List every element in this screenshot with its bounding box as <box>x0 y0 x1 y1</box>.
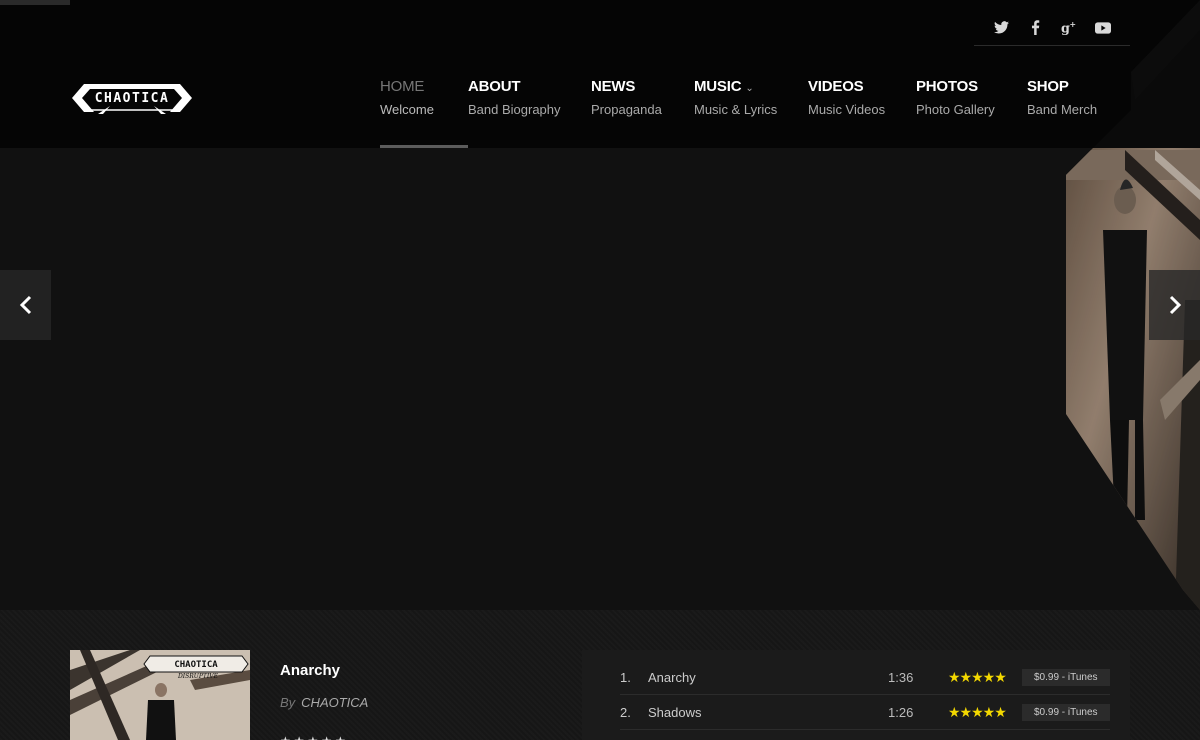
track-name[interactable]: Shadows <box>648 705 888 720</box>
chevron-right-icon <box>1169 295 1181 315</box>
nav-music-title: MUSIC <box>694 78 742 95</box>
nav-videos-sub: Music Videos <box>808 102 886 117</box>
hero-slider <box>0 148 1200 610</box>
song-rating: ★★★★★ <box>280 734 349 740</box>
album-cover[interactable]: CHAOTICA DISRUPTIVE <box>70 650 250 740</box>
track-number: 1. <box>620 669 631 685</box>
album-art-title: CHAOTICA <box>174 660 218 670</box>
track-name[interactable]: Anarchy <box>648 670 888 685</box>
song-title[interactable]: Anarchy <box>280 662 340 679</box>
track-duration: 1:36 <box>888 669 914 685</box>
nav-news-sub: Propaganda <box>591 102 662 117</box>
featured-album-section: CHAOTICA DISRUPTIVE Anarchy By CHAOTICA ★… <box>0 610 1200 740</box>
facebook-icon[interactable] <box>1026 19 1044 37</box>
site-header: g + CHAOTICA HOME Welcome ABOUT Band Bio… <box>0 0 1200 148</box>
nav-music-title-row: MUSIC ⌄ <box>694 78 808 98</box>
by-label: By <box>280 695 296 710</box>
track-rating: ★★★★★ <box>948 668 1007 685</box>
buy-itunes-button[interactable]: $0.99 - iTunes <box>1022 703 1110 721</box>
nav-videos-title: VIDEOS <box>808 78 864 95</box>
twitter-icon[interactable] <box>992 19 1010 37</box>
nav-news-title: NEWS <box>591 78 636 95</box>
nav-item-news[interactable]: NEWS Propaganda <box>591 78 694 117</box>
nav-item-music[interactable]: MUSIC ⌄ Music & Lyrics <box>694 78 808 117</box>
nav-home-sub: Welcome <box>380 102 434 117</box>
tracklist: 1. Anarchy 1:36 ★★★★★ $0.99 - iTunes 2. … <box>582 650 1130 740</box>
table-row[interactable]: 1. Anarchy 1:36 ★★★★★ $0.99 - iTunes <box>620 660 1110 695</box>
nav-item-about[interactable]: ABOUT Band Biography <box>468 78 591 117</box>
nav-about-title: ABOUT <box>468 78 521 95</box>
main-nav: HOME Welcome ABOUT Band Biography NEWS P… <box>380 78 1107 117</box>
song-artist[interactable]: CHAOTICA <box>301 695 368 710</box>
chevron-left-icon <box>19 295 31 315</box>
track-rating: ★★★★★ <box>948 703 1007 720</box>
top-sliver <box>0 0 70 5</box>
nav-music-sub: Music & Lyrics <box>694 102 778 117</box>
song-artist-line: By CHAOTICA <box>280 695 368 710</box>
nav-about-sub: Band Biography <box>468 102 561 117</box>
page: g + CHAOTICA HOME Welcome ABOUT Band Bio… <box>0 0 1200 740</box>
slider-next-button[interactable] <box>1149 270 1200 340</box>
nav-photos-title: PHOTOS <box>916 78 978 95</box>
nav-item-photos[interactable]: PHOTOS Photo Gallery <box>916 78 1027 117</box>
chaotica-logo[interactable]: CHAOTICA <box>70 80 194 116</box>
nav-photos-sub: Photo Gallery <box>916 102 995 117</box>
slider-prev-button[interactable] <box>0 270 51 340</box>
buy-itunes-button[interactable]: $0.99 - iTunes <box>1022 668 1110 686</box>
track-duration: 1:26 <box>888 704 914 720</box>
logo-text: CHAOTICA <box>95 91 170 106</box>
nav-item-home[interactable]: HOME Welcome <box>380 78 468 117</box>
track-number: 2. <box>620 704 631 720</box>
table-row[interactable]: 2. Shadows 1:26 ★★★★★ $0.99 - iTunes <box>620 695 1110 730</box>
chevron-down-icon: ⌄ <box>745 83 754 94</box>
nav-home-title: HOME <box>380 78 425 95</box>
nav-item-videos[interactable]: VIDEOS Music Videos <box>808 78 916 117</box>
album-art-subtitle: DISRUPTIVE <box>177 673 219 680</box>
